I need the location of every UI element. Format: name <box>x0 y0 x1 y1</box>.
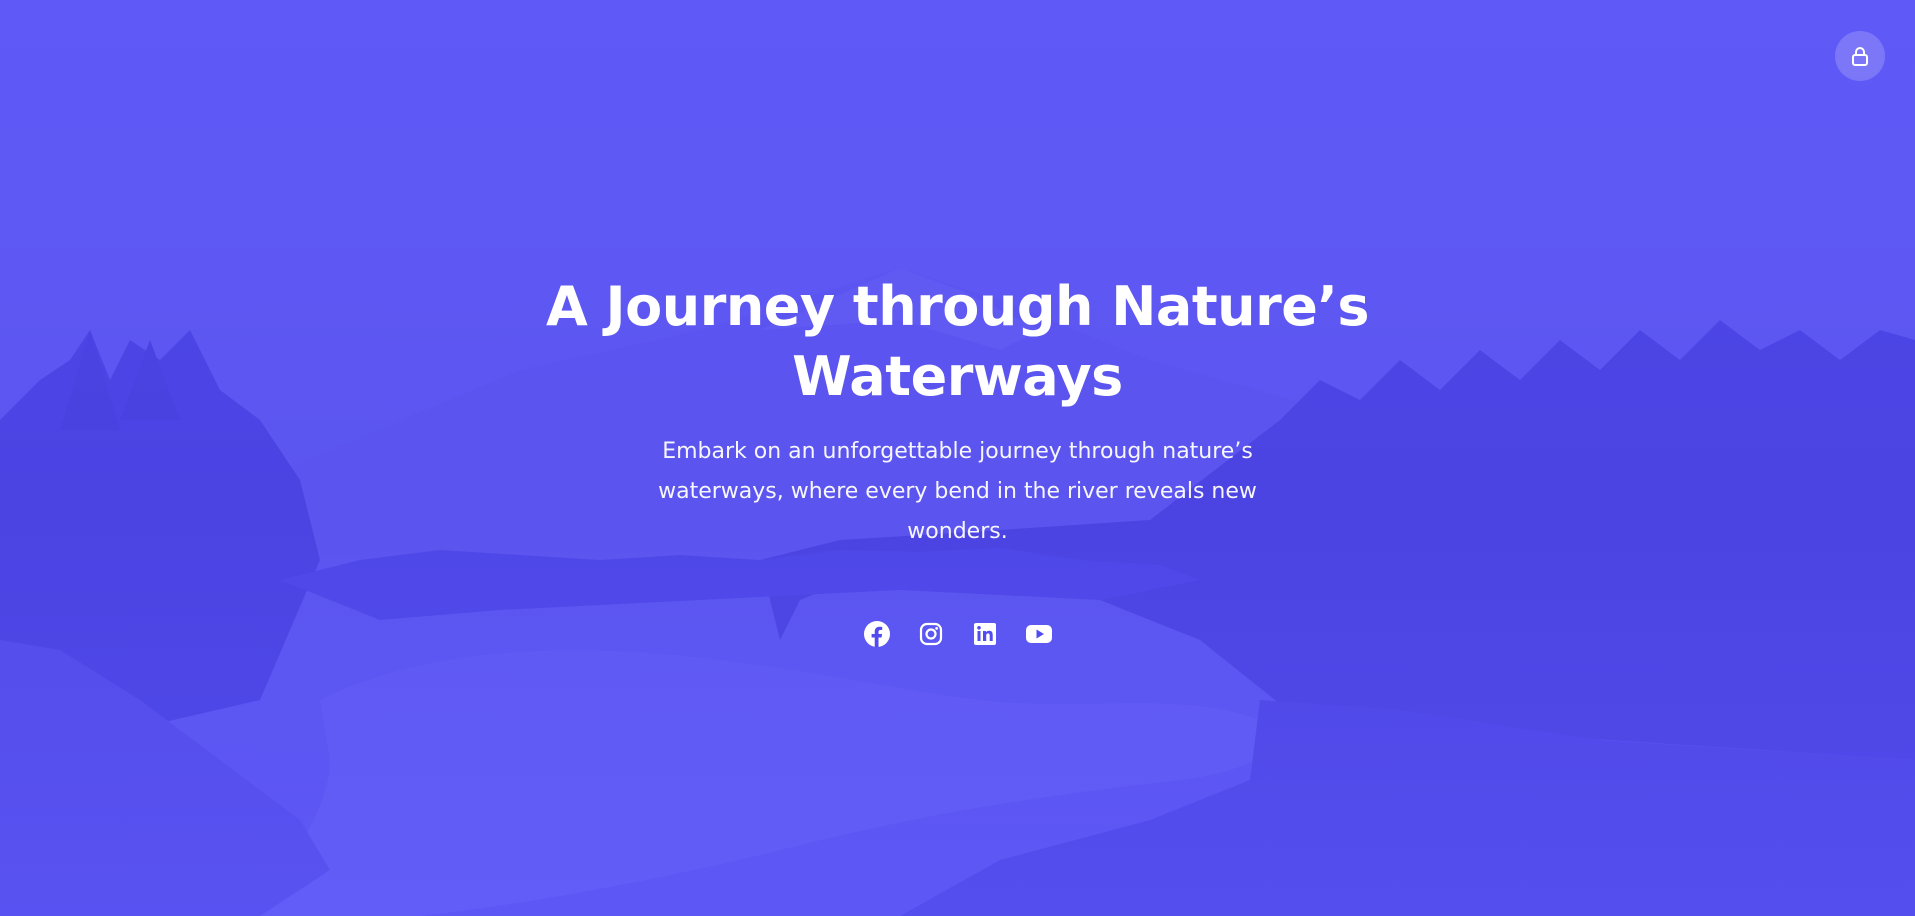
social-links <box>0 620 1915 648</box>
hero-content: A Journey through Nature’s Waterways Emb… <box>0 272 1915 552</box>
facebook-link[interactable] <box>863 620 890 648</box>
linkedin-link[interactable] <box>973 620 997 648</box>
youtube-icon <box>1025 624 1052 644</box>
hero-subtitle: Embark on an unforgettable journey throu… <box>658 439 1257 544</box>
linkedin-icon <box>973 622 997 646</box>
hero-section: A Journey through Nature’s Waterways Emb… <box>0 0 1915 916</box>
instagram-icon <box>919 622 943 646</box>
instagram-link[interactable] <box>919 620 943 648</box>
lock-icon <box>1851 46 1869 66</box>
youtube-link[interactable] <box>1025 620 1052 648</box>
lock-button[interactable] <box>1835 31 1885 81</box>
facebook-icon <box>863 621 890 647</box>
hero-title: A Journey through Nature’s Waterways <box>545 275 1370 408</box>
